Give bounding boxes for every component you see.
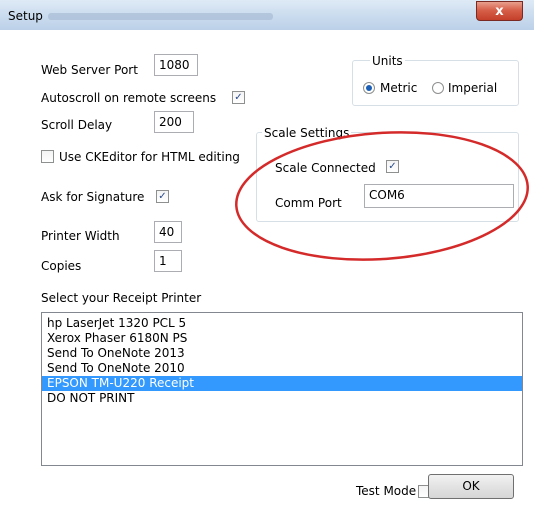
annotation-ellipse	[235, 131, 529, 261]
setup-dialog: Setup x Web Server Port 1080 Autoscroll …	[0, 0, 534, 506]
